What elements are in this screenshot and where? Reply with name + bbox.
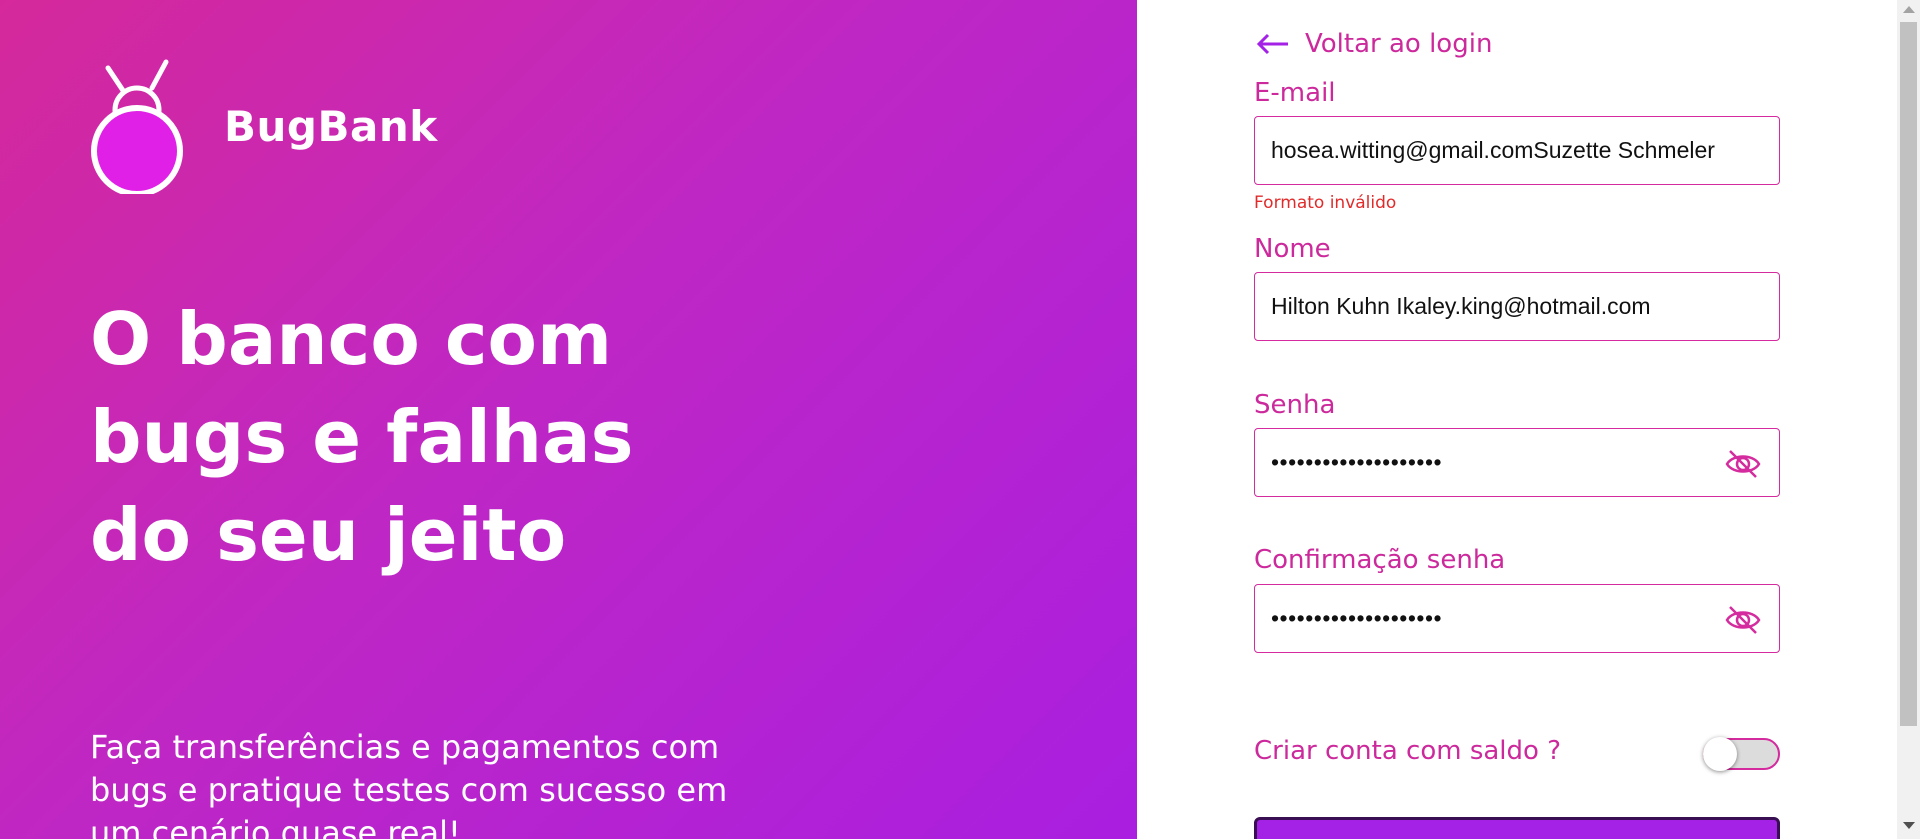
email-field[interactable]: [1254, 116, 1780, 185]
toggle-knob: [1703, 737, 1737, 771]
password-confirm-label: Confirmação senha: [1254, 545, 1506, 575]
register-form: Voltar ao login E-mail Formato inválido …: [1137, 0, 1897, 839]
brand-logo: BugBank: [88, 58, 438, 194]
brand-name: BugBank: [224, 101, 438, 151]
scroll-down-arrow[interactable]: [1903, 822, 1915, 829]
scroll-up-arrow[interactable]: [1903, 6, 1915, 13]
password-confirm-value: ••••••••••••••••••••: [1271, 605, 1443, 631]
email-error: Formato inválido: [1254, 193, 1397, 213]
back-link-label: Voltar ao login: [1305, 29, 1493, 59]
name-label: Nome: [1254, 234, 1331, 264]
email-label: E-mail: [1254, 78, 1336, 108]
scrollbar[interactable]: [1897, 0, 1920, 839]
password-field[interactable]: ••••••••••••••••••••: [1254, 428, 1780, 497]
name-input[interactable]: [1271, 293, 1763, 320]
eye-off-icon[interactable]: [1724, 601, 1762, 639]
hero-subtitle: Faça transferências e pagamentos com bug…: [90, 728, 728, 839]
scroll-thumb[interactable]: [1900, 22, 1917, 726]
hero-line: bugs e falhas: [90, 395, 634, 479]
email-input[interactable]: [1271, 137, 1763, 164]
balance-toggle-label: Criar conta com saldo ?: [1254, 736, 1561, 766]
arrow-left-icon: [1256, 33, 1288, 55]
password-confirm-field[interactable]: ••••••••••••••••••••: [1254, 584, 1780, 653]
eye-off-icon[interactable]: [1724, 445, 1762, 483]
balance-toggle[interactable]: [1703, 737, 1780, 771]
hero-line: O banco com: [90, 297, 613, 381]
hero-title: O banco com bugs e falhas do seu jeito: [90, 290, 710, 584]
password-value: ••••••••••••••••••••: [1271, 449, 1443, 475]
back-to-login-link[interactable]: Voltar ao login: [1255, 26, 1492, 62]
register-button[interactable]: [1254, 817, 1780, 839]
name-field[interactable]: [1254, 272, 1780, 341]
hero-line: do seu jeito: [90, 493, 567, 577]
password-label: Senha: [1254, 390, 1336, 420]
bug-logo-icon: [91, 59, 183, 194]
hero-panel: BugBank O banco com bugs e falhas do seu…: [0, 0, 1137, 839]
